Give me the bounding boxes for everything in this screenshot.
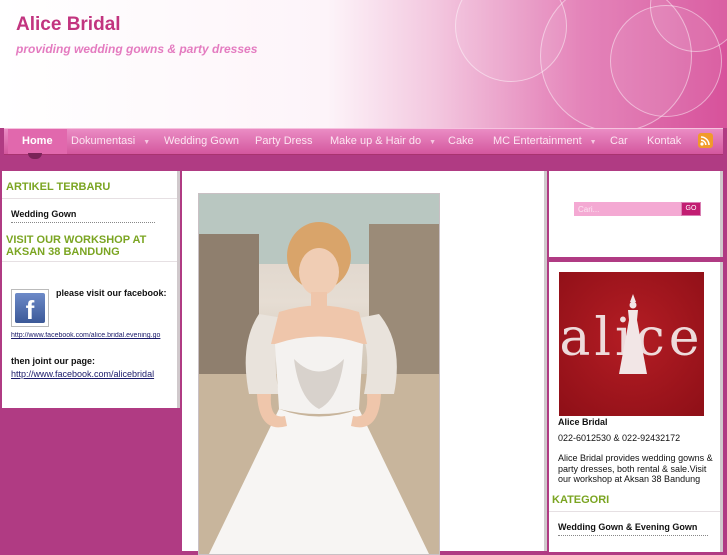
nav-item-makeup-hair[interactable]: Make up & Hair do ▼ [330,129,436,154]
rss-icon[interactable] [698,133,713,148]
profile-description: Alice Bridal provides wedding gowns & pa… [558,453,713,484]
search-go-button[interactable]: GO [681,202,701,216]
facebook-icon[interactable]: f [11,289,49,327]
chevron-down-icon: ▼ [589,139,597,146]
nav-item-party-dress[interactable]: Party Dress [255,129,312,154]
nav-item-car[interactable]: Car [610,129,628,154]
nav-label: Wedding Gown [164,135,240,147]
workshop-divider [2,261,177,262]
join-page-text: then joint our page: [11,356,95,366]
recent-articles-title: ARTIKEL TERBARU [6,181,111,193]
facebook-profile-link[interactable]: http://www.facebook.com/alice.bridal.eve… [11,332,183,339]
nav-item-home[interactable]: Home [8,129,67,154]
profile-name: Alice Bridal [558,417,608,427]
nav-label: Party Dress [255,135,313,147]
category-divider [549,511,720,512]
recent-articles-divider [2,198,177,199]
nav-label: Kontak [647,135,682,147]
chevron-down-icon: ▼ [429,139,437,146]
profile-phone: 022-6012530 & 022-92432172 [558,433,681,443]
site-tagline: providing wedding gowns & party dresses [16,42,258,56]
site-header: Alice Bridal providing wedding gowns & p… [0,0,727,128]
workshop-title: VISIT OUR WORKSHOP AT AKSAN 38 BANDUNG [6,234,147,258]
dotted-divider [558,535,708,536]
main-navigation: Home Dokumentasi ▼ Wedding Gown Party Dre… [4,128,723,155]
bride-photo [198,193,440,555]
nav-item-wedding-gown[interactable]: Wedding Gown [164,129,239,154]
nav-item-kontak[interactable]: Kontak [647,129,681,154]
recent-article-link[interactable]: Wedding Gown [11,209,76,219]
nav-label: MC Entertainment [493,135,582,147]
nav-label: Make up & Hair do [330,135,422,147]
nav-label: Car [610,135,628,147]
nav-label: Cake [448,135,474,147]
nav-item-dokumentasi[interactable]: Dokumentasi ▼ [71,129,150,154]
alice-logo: alice [559,272,704,416]
logo-wordmark: alice [559,308,704,368]
bride-illustration [199,194,439,554]
nav-item-mc-entertainment[interactable]: MC Entertainment ▼ [493,129,597,154]
search-input[interactable] [574,202,686,216]
chevron-down-icon: ▼ [143,139,151,146]
category-link[interactable]: Wedding Gown & Evening Gown [558,522,697,532]
site-title[interactable]: Alice Bridal [16,14,121,36]
left-sidebar: ARTIKEL TERBARU Wedding Gown VISIT OUR W… [2,171,180,408]
category-title: KATEGORI [552,494,610,506]
nav-label: Home [22,135,53,147]
facebook-page-link[interactable]: http://www.facebook.com/alicebridal [11,369,154,379]
nav-label: Dokumentasi [71,135,136,147]
nav-item-cake[interactable]: Cake [448,129,474,154]
dotted-divider [11,222,155,223]
nav-shadow-tab [28,153,42,159]
facebook-text: please visit our facebook: [56,288,167,298]
